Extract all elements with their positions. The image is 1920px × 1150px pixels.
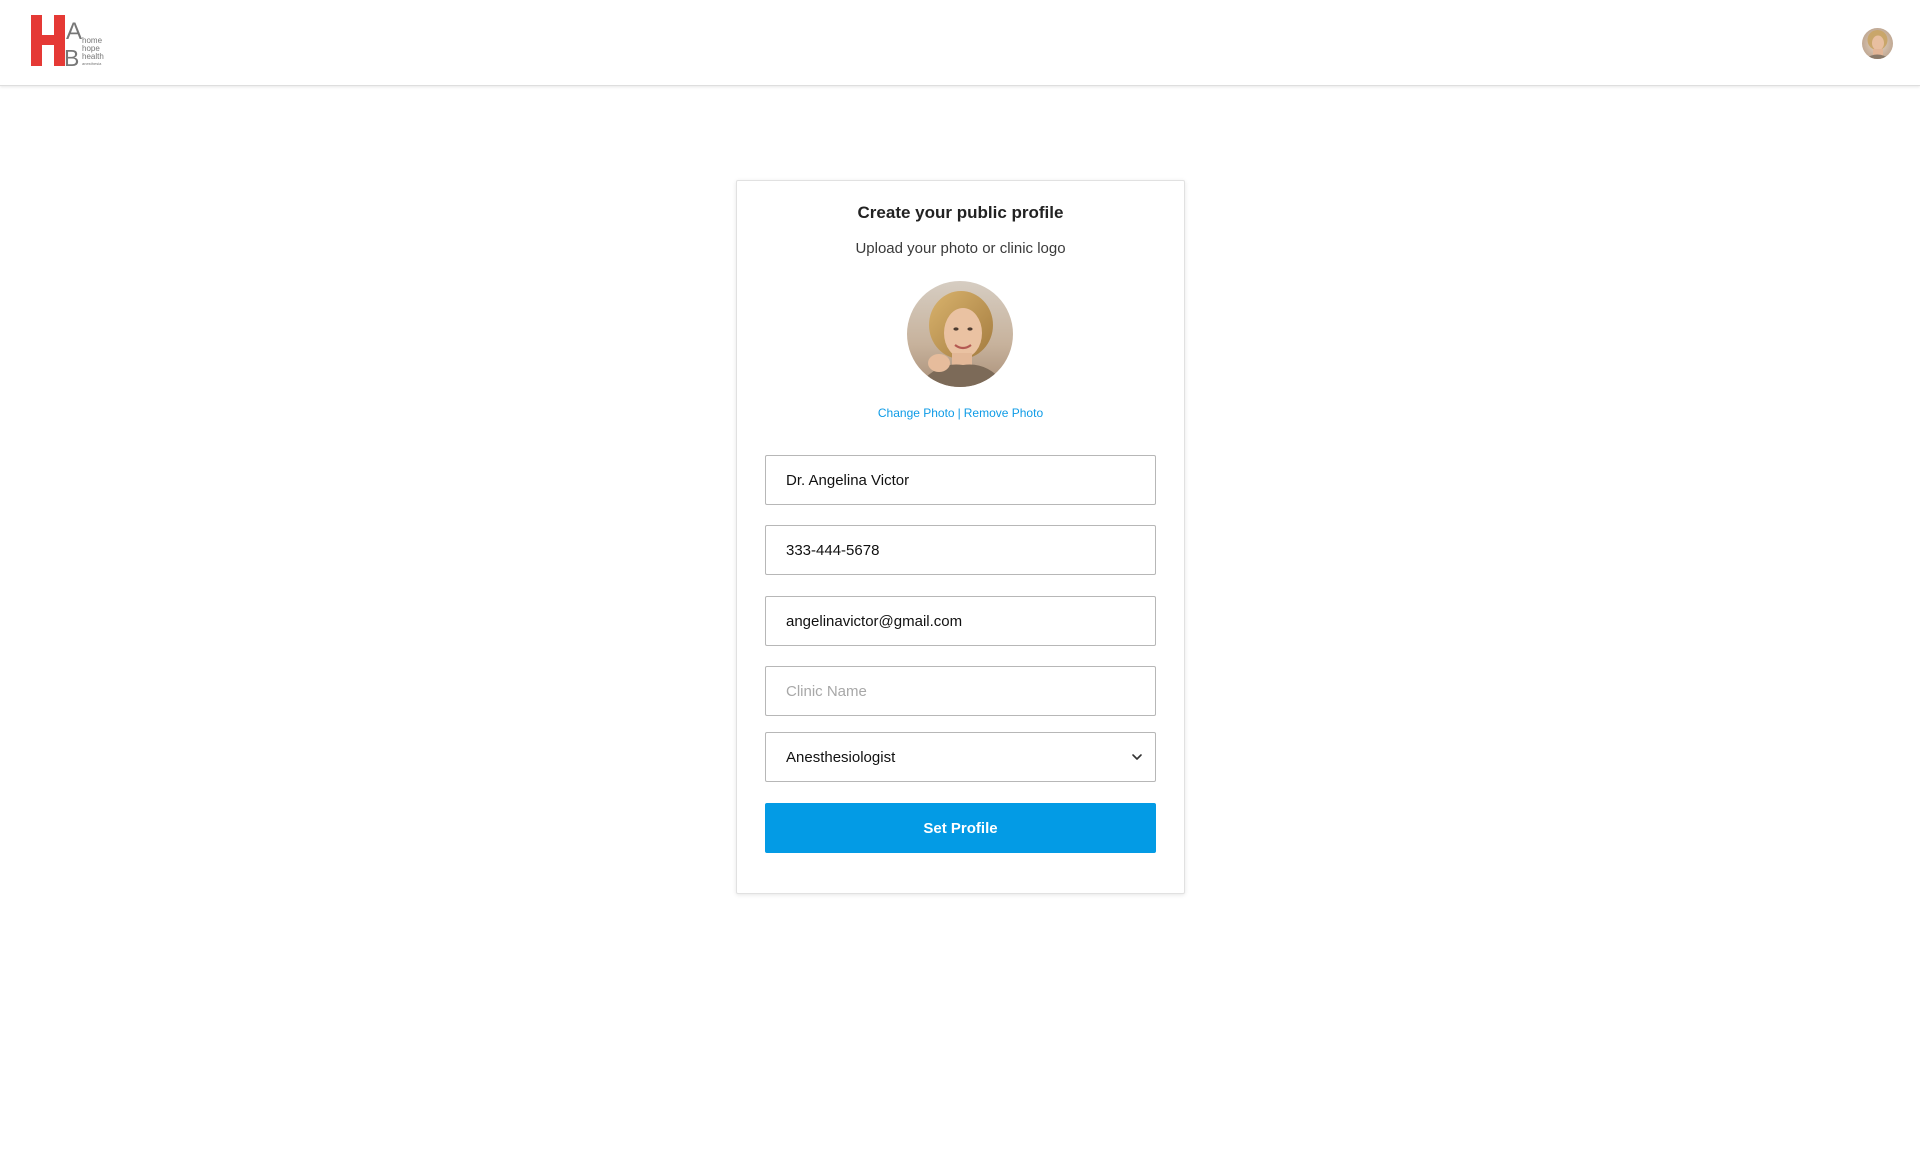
change-photo-link[interactable]: Change Photo bbox=[878, 406, 955, 420]
name-input[interactable] bbox=[765, 455, 1156, 505]
photo-actions: Change Photo | Remove Photo bbox=[737, 406, 1184, 420]
specialty-select[interactable]: Anesthesiologist bbox=[765, 732, 1156, 782]
photo-actions-separator: | bbox=[957, 406, 961, 420]
top-navbar: A B home hope health anesthesia bbox=[0, 0, 1920, 86]
card-title: Create your public profile bbox=[857, 203, 1064, 222]
email-input[interactable] bbox=[765, 596, 1156, 646]
remove-photo-link[interactable]: Remove Photo bbox=[964, 406, 1043, 420]
logo-word-anesthesia: anesthesia bbox=[82, 61, 102, 66]
profile-photo bbox=[907, 281, 1013, 387]
profile-photo-image bbox=[907, 281, 1013, 387]
specialty-selected-value: Anesthesiologist bbox=[786, 749, 896, 766]
clinic-name-input[interactable] bbox=[765, 666, 1156, 716]
logo-word-health: health bbox=[82, 52, 104, 61]
set-profile-button[interactable]: Set Profile bbox=[765, 803, 1156, 853]
brand-logo[interactable]: A B home hope health anesthesia bbox=[30, 14, 125, 71]
logo-letter-b: B bbox=[64, 45, 79, 68]
phone-input[interactable] bbox=[765, 525, 1156, 575]
avatar-icon bbox=[1862, 28, 1893, 59]
logo-mark: A B home hope health anesthesia bbox=[31, 15, 104, 71]
card-subtitle: Upload your photo or clinic logo bbox=[855, 240, 1066, 257]
profile-card: Create your public profile Upload your p… bbox=[736, 180, 1185, 894]
chevron-down-icon bbox=[1132, 754, 1142, 760]
logo-letter-a: A bbox=[66, 18, 82, 45]
user-avatar[interactable] bbox=[1862, 28, 1893, 59]
